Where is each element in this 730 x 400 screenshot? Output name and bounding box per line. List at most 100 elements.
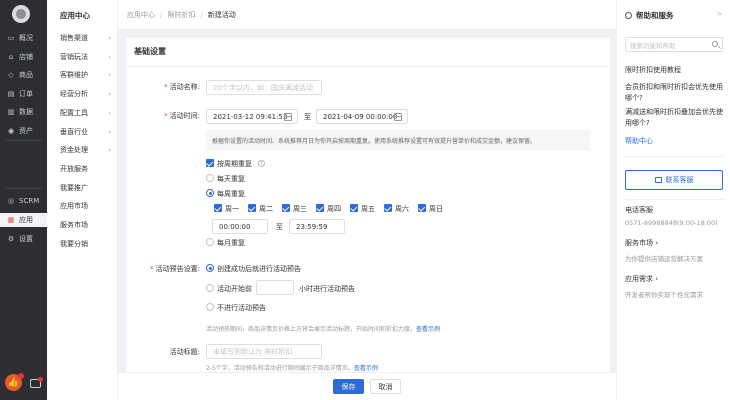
service-market-link[interactable]: 服务市场 › — [625, 238, 725, 249]
subnav-item-label: 客群维护 — [60, 71, 88, 80]
subnav-item-3[interactable]: 经营分析 › — [60, 87, 115, 101]
subnav-item-4[interactable]: 配置工具 › — [60, 106, 115, 120]
subnav-item-1[interactable]: 营销玩法 › — [60, 50, 115, 64]
feedback-thumb-icon[interactable]: 👍 — [5, 373, 24, 391]
weekday-label: 周一 — [225, 205, 239, 213]
avatar[interactable] — [12, 5, 30, 23]
tag-icon: ◇ — [8, 71, 14, 79]
cancel-button[interactable]: 取消 — [370, 379, 401, 394]
breadcrumb-separator: / — [200, 10, 203, 19]
weekly-label: 每周重复 — [217, 190, 245, 198]
subnav-item-8[interactable]: 我要推广 — [60, 181, 115, 195]
sub-sidebar-title: 应用中心 — [60, 11, 90, 20]
subnav-item-11[interactable]: 我要分销 — [60, 237, 115, 251]
range-end-input[interactable]: 23:59:59 — [289, 219, 345, 234]
sidebar-item-label: 应用 — [19, 216, 33, 224]
subnav-item-label: 营销玩法 — [60, 52, 88, 61]
subnav-item-10[interactable]: 服务市场 — [60, 218, 115, 232]
sidebar-item-label: 店铺 — [19, 52, 33, 61]
weekday-checkbox-1[interactable] — [248, 204, 256, 212]
breadcrumb-item-app-center[interactable]: 应用中心 — [127, 10, 155, 20]
help-search-input[interactable]: 搜索功能和帮助 — [625, 37, 723, 52]
sidebar-bottom-item-0[interactable]: ◎ SCRM — [0, 194, 47, 208]
subnav-item-label: 服务市场 — [60, 221, 88, 229]
preview-opt2-suffix: 小时进行活动预告 — [299, 285, 355, 293]
sidebar-bottom-item-1[interactable]: ▦ 应用 — [0, 213, 47, 227]
weekday-label: 周五 — [361, 205, 375, 213]
main-sidebar: ▭ 概况 ⌂ 店铺 ◇ 商品 ▤ 订单 ▥ 数据 ◉ 资产 ◎ SCRM ▦ 应用 ⚙ 设置 👍 — [0, 0, 47, 400]
tag-hint: 2-5个字，活动预告和活动进行期间展示于商品详情页。查看示例 — [206, 365, 378, 372]
tag-label: 活动标题: — [169, 348, 200, 356]
app-demand-link[interactable]: 应用需求 › — [625, 274, 725, 285]
subnav-item-label: 应用市场 — [60, 202, 88, 211]
help-divider — [625, 156, 723, 157]
weekly-radio[interactable] — [206, 189, 214, 197]
sidebar-bottom-item-2[interactable]: ⚙ 设置 — [0, 232, 47, 246]
subnav-item-label: 开放服务 — [60, 164, 88, 173]
chevron-right-icon: › — [108, 146, 111, 155]
contact-service-button[interactable]: 联系客服 — [625, 170, 723, 190]
search-icon — [712, 41, 718, 47]
weekday-checkbox-6[interactable] — [418, 204, 426, 212]
time-note: 根据你设置的活动时间、系统推荐月日为你开启按周期重复。使用系统推荐设置可有效提升… — [206, 130, 590, 151]
sidebar-item-1[interactable]: ⌂ 店铺 — [0, 50, 47, 64]
preview-opt3-radio[interactable] — [206, 303, 214, 311]
phone-number: 0571-89988848(9:00-18:00) — [625, 219, 718, 227]
help-question-1[interactable]: 限时折扣使用教程 — [625, 65, 725, 76]
sidebar-item-0[interactable]: ▭ 概况 — [0, 31, 47, 45]
service-market-sub: 为你提供店铺运营解决方案 — [625, 255, 703, 263]
range-start-input[interactable]: 00:00:00 — [212, 219, 268, 234]
repeat-checkbox[interactable] — [206, 159, 214, 167]
tag-input[interactable]: 未填写则默认为 限时折扣 — [206, 344, 322, 359]
weekday-label: 周日 — [429, 205, 443, 213]
help-question-3[interactable]: 满减送和限时折扣叠加会优先使用哪个? — [625, 107, 725, 129]
weekday-checkbox-5[interactable] — [384, 204, 392, 212]
weekday-label: 周六 — [395, 205, 409, 213]
activity-name-input[interactable]: 20个字以内，如：国庆满减活动 — [206, 80, 322, 95]
preview-opt2-radio[interactable] — [206, 284, 214, 292]
subnav-item-0[interactable]: 销售渠道 › — [60, 31, 115, 45]
sidebar-item-label: 数据 — [19, 108, 33, 116]
sidebar-item-2[interactable]: ◇ 商品 — [0, 68, 47, 82]
collapse-icon[interactable]: » — [717, 9, 722, 18]
subnav-item-5[interactable]: 垂直行业 › — [60, 125, 115, 139]
weekday-checkbox-0[interactable] — [214, 204, 222, 212]
save-button[interactable]: 保存 — [333, 379, 364, 394]
preview-hours-input[interactable] — [256, 280, 294, 295]
weekday-checkbox-4[interactable] — [350, 204, 358, 212]
scrm-icon: ◎ — [7, 197, 15, 205]
store-icon: ⌂ — [8, 52, 14, 61]
help-divider — [625, 199, 723, 200]
notification-dot — [18, 373, 24, 379]
subnav-item-2[interactable]: 客群维护 › — [60, 68, 115, 82]
action-bar: 保存 取消 — [118, 372, 616, 400]
weekday-checkbox-2[interactable] — [282, 204, 290, 212]
breadcrumb-item-discount[interactable]: 限时折扣 — [167, 10, 195, 20]
help-icon[interactable]: ? — [258, 160, 265, 167]
preview-opt1-radio[interactable] — [206, 264, 214, 272]
sidebar-item-label: SCRM — [19, 197, 40, 205]
subnav-item-9[interactable]: 应用市场 — [60, 199, 115, 213]
daily-radio[interactable] — [206, 174, 214, 182]
end-time-input[interactable]: 2021-04-09 00:00:00 — [316, 109, 408, 124]
tag-example-link[interactable]: 查看示例 — [354, 365, 378, 372]
help-center-link[interactable]: 帮助中心 — [625, 136, 653, 146]
weekday-checkbox-3[interactable] — [316, 204, 324, 212]
help-question-2[interactable]: 会员折扣和限时折扣会优先使用哪个? — [625, 82, 725, 104]
sidebar-item-5[interactable]: ◉ 资产 — [0, 124, 47, 138]
monthly-label: 每月重复 — [217, 239, 245, 247]
coin-icon: ◉ — [7, 126, 15, 135]
sub-sidebar: 应用中心 销售渠道 › 营销玩法 › 客群维护 › 经营分析 › 配置工具 › 垂直行业 › 资金处理 ›… — [47, 0, 118, 400]
time-to-text: 至 — [304, 113, 311, 121]
subnav-item-6[interactable]: 资金处理 › — [60, 143, 115, 157]
sidebar-item-3[interactable]: ▤ 订单 — [0, 87, 47, 101]
preview-example-link[interactable]: 查看示例 — [416, 326, 440, 333]
sidebar-item-4[interactable]: ▥ 数据 — [0, 105, 47, 119]
sidebar-item-label: 概况 — [19, 34, 33, 42]
start-time-input[interactable]: 2021-03-12 09:41:53 — [206, 109, 298, 124]
chevron-right-icon: › — [108, 90, 111, 99]
subnav-item-label: 经营分析 — [60, 90, 88, 99]
monthly-radio[interactable] — [206, 238, 214, 246]
message-icon[interactable] — [30, 377, 43, 388]
subnav-item-7[interactable]: 开放服务 — [60, 162, 115, 176]
